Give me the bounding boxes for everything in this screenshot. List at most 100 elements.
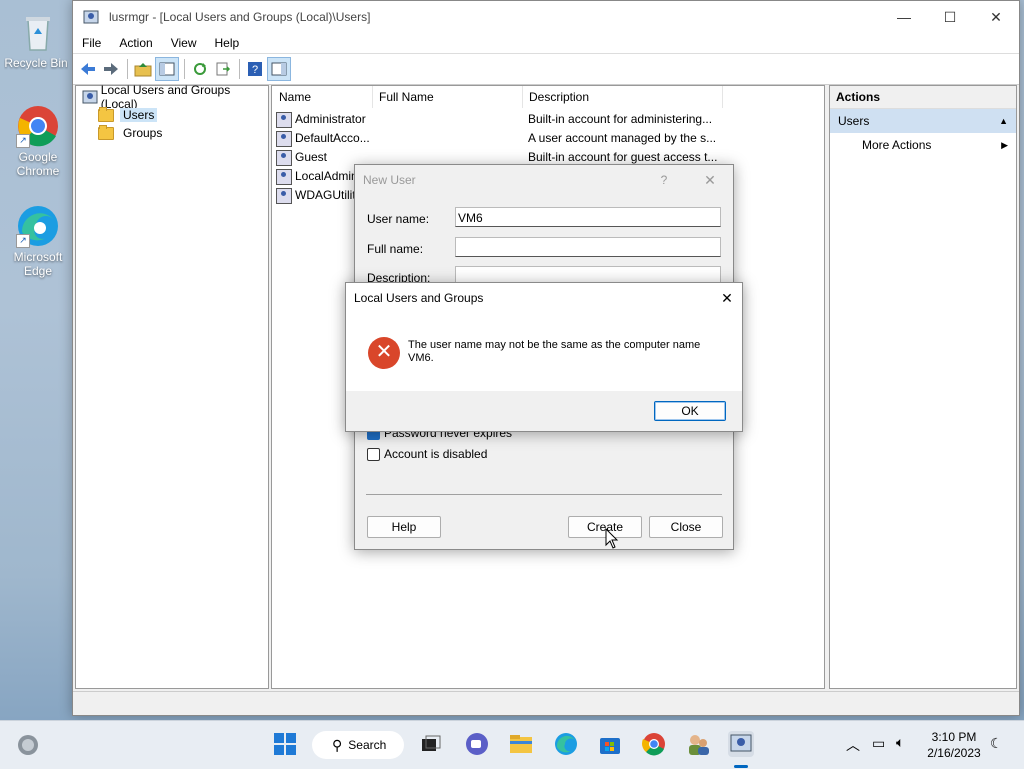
- menu-view[interactable]: View: [162, 36, 206, 50]
- full-name-label: Full name:: [367, 242, 424, 256]
- collapse-up-icon[interactable]: ▲: [999, 109, 1008, 133]
- clock[interactable]: 3:10 PM 2/16/2023: [918, 729, 990, 761]
- chrome-icon[interactable]: [641, 731, 667, 757]
- show-action-pane-icon[interactable]: [267, 57, 291, 81]
- shortcut-arrow-icon: ↗: [16, 134, 30, 148]
- user-name: DefaultAcco...: [295, 131, 370, 145]
- new-user-title-bar[interactable]: New User ? ✕: [355, 165, 733, 195]
- actions-header: Actions: [830, 86, 1016, 109]
- network-icon[interactable]: ▭: [872, 735, 885, 752]
- search-box[interactable]: ⚲ Search: [312, 731, 404, 759]
- lusrmgr-taskbar-icon[interactable]: [728, 731, 754, 757]
- volume-icon[interactable]: 🔈︎: [896, 734, 904, 751]
- actions-section-users[interactable]: Users ▲: [830, 109, 1016, 133]
- menu-action[interactable]: Action: [110, 36, 161, 50]
- edge-icon[interactable]: [553, 731, 579, 757]
- close-button[interactable]: Close: [649, 516, 723, 538]
- status-bar: [73, 691, 1019, 714]
- help-question-button[interactable]: ?: [641, 173, 687, 187]
- help-icon[interactable]: ?: [244, 58, 266, 80]
- error-message-line: VM6.: [408, 352, 434, 364]
- toolbar: ?: [73, 54, 1019, 85]
- menu-file[interactable]: File: [73, 36, 110, 50]
- error-dialog-title: Local Users and Groups: [354, 291, 484, 305]
- back-arrow-icon[interactable]: [77, 58, 99, 80]
- mouse-cursor-icon: [605, 528, 619, 549]
- show-hide-tree-icon[interactable]: [155, 57, 179, 81]
- user-name: WDAGUtilit: [295, 188, 356, 202]
- close-icon[interactable]: ✕: [687, 172, 733, 189]
- desktop-icon-label: Recycle Bin: [4, 56, 68, 70]
- clock-time: 3:10 PM: [931, 730, 977, 744]
- error-title-bar[interactable]: Local Users and Groups ✕: [346, 283, 742, 313]
- user-description: A user account managed by the s...: [528, 131, 717, 145]
- search-icon: ⚲: [332, 736, 343, 753]
- search-label: Search: [348, 738, 387, 752]
- more-actions-label: More Actions: [862, 138, 932, 152]
- user-name-field[interactable]: VM6: [455, 207, 721, 227]
- divider: [366, 494, 722, 495]
- user-icon: [276, 111, 292, 128]
- computer-users-icon: [82, 90, 98, 104]
- toolbar-separator: [127, 59, 128, 79]
- user-icon: [276, 168, 292, 185]
- help-button[interactable]: Help: [367, 516, 441, 538]
- folder-icon: [98, 124, 114, 140]
- desktop-icon-label: Microsoft Edge: [13, 250, 63, 278]
- actions-section-label: Users: [838, 114, 870, 128]
- up-folder-icon[interactable]: [132, 58, 154, 80]
- ok-button[interactable]: OK: [654, 401, 726, 421]
- export-list-icon[interactable]: [212, 58, 234, 80]
- shortcut-arrow-icon: ↗: [16, 234, 30, 248]
- account-disabled-checkbox[interactable]: Account is disabled: [367, 447, 487, 461]
- error-dialog: Local Users and Groups ✕ ✕ The user name…: [345, 282, 743, 432]
- taskbar: ⚲ Search ︿ ▭ 🔈︎ 3:10 PM 2/16/2023 ☾: [0, 720, 1024, 769]
- close-icon[interactable]: ✕: [712, 290, 742, 307]
- toolbar-separator: [184, 59, 185, 79]
- error-message: The user name may not be the same as the…: [408, 339, 728, 365]
- forward-arrow-icon[interactable]: [100, 58, 122, 80]
- checkbox-unchecked-icon: [367, 447, 380, 461]
- task-view-icon[interactable]: [418, 731, 444, 757]
- toolbar-separator: [239, 59, 240, 79]
- chevron-up-icon[interactable]: ︿: [846, 735, 860, 755]
- tree-item-users[interactable]: Users: [98, 106, 158, 124]
- menu-help[interactable]: Help: [206, 36, 249, 50]
- tree-root[interactable]: Local Users and Groups (Local): [82, 83, 268, 111]
- widgets-icon[interactable]: [16, 733, 40, 757]
- title-bar[interactable]: lusrmgr - [Local Users and Groups (Local…: [73, 1, 1019, 33]
- column-header-name[interactable]: Name: [272, 86, 373, 108]
- more-actions-item[interactable]: More Actions ▶: [830, 133, 1016, 157]
- file-explorer-icon[interactable]: [508, 731, 534, 757]
- desktop-icon-recycle-bin[interactable]: Recycle Bin: [4, 10, 72, 70]
- focus-moon-icon[interactable]: ☾: [990, 735, 1003, 752]
- svg-text:?: ?: [252, 64, 258, 76]
- full-name-field[interactable]: [455, 237, 721, 257]
- user-name: LocalAdmin: [295, 169, 358, 183]
- column-header-description[interactable]: Description: [522, 86, 723, 108]
- column-header-full-name[interactable]: Full Name: [372, 86, 523, 108]
- close-window-button[interactable]: ✕: [973, 1, 1019, 33]
- users-app-icon[interactable]: [685, 731, 711, 757]
- error-icon: ✕: [368, 337, 400, 369]
- refresh-icon[interactable]: [189, 58, 211, 80]
- desktop-icon-edge[interactable]: ↗ Microsoft Edge: [4, 204, 72, 278]
- recycle-bin-icon: [16, 10, 60, 54]
- table-row[interactable]: DefaultAcco... A user account managed by…: [272, 129, 824, 148]
- maximize-button[interactable]: ☐: [927, 1, 973, 33]
- teams-chat-icon[interactable]: [464, 731, 490, 757]
- store-icon[interactable]: [597, 731, 623, 757]
- table-row[interactable]: Administrator Built-in account for admin…: [272, 110, 824, 129]
- console-tree: Local Users and Groups (Local) Users Gro…: [75, 83, 269, 689]
- tree-item-groups[interactable]: Groups: [98, 124, 165, 142]
- clock-date: 2/16/2023: [927, 746, 981, 760]
- start-windows-icon[interactable]: [272, 731, 298, 757]
- desktop-icon-label: Google Chrome: [16, 150, 60, 178]
- desktop-icon-chrome[interactable]: ↗ Google Chrome: [4, 104, 72, 178]
- user-icon: [276, 187, 292, 204]
- error-body: ✕ The user name may not be the same as t…: [346, 313, 742, 391]
- error-message-line: The user name may not be the same as the…: [408, 339, 701, 351]
- minimize-button[interactable]: —: [881, 1, 927, 33]
- checkbox-label: Account is disabled: [384, 447, 488, 461]
- folder-icon: [98, 106, 114, 122]
